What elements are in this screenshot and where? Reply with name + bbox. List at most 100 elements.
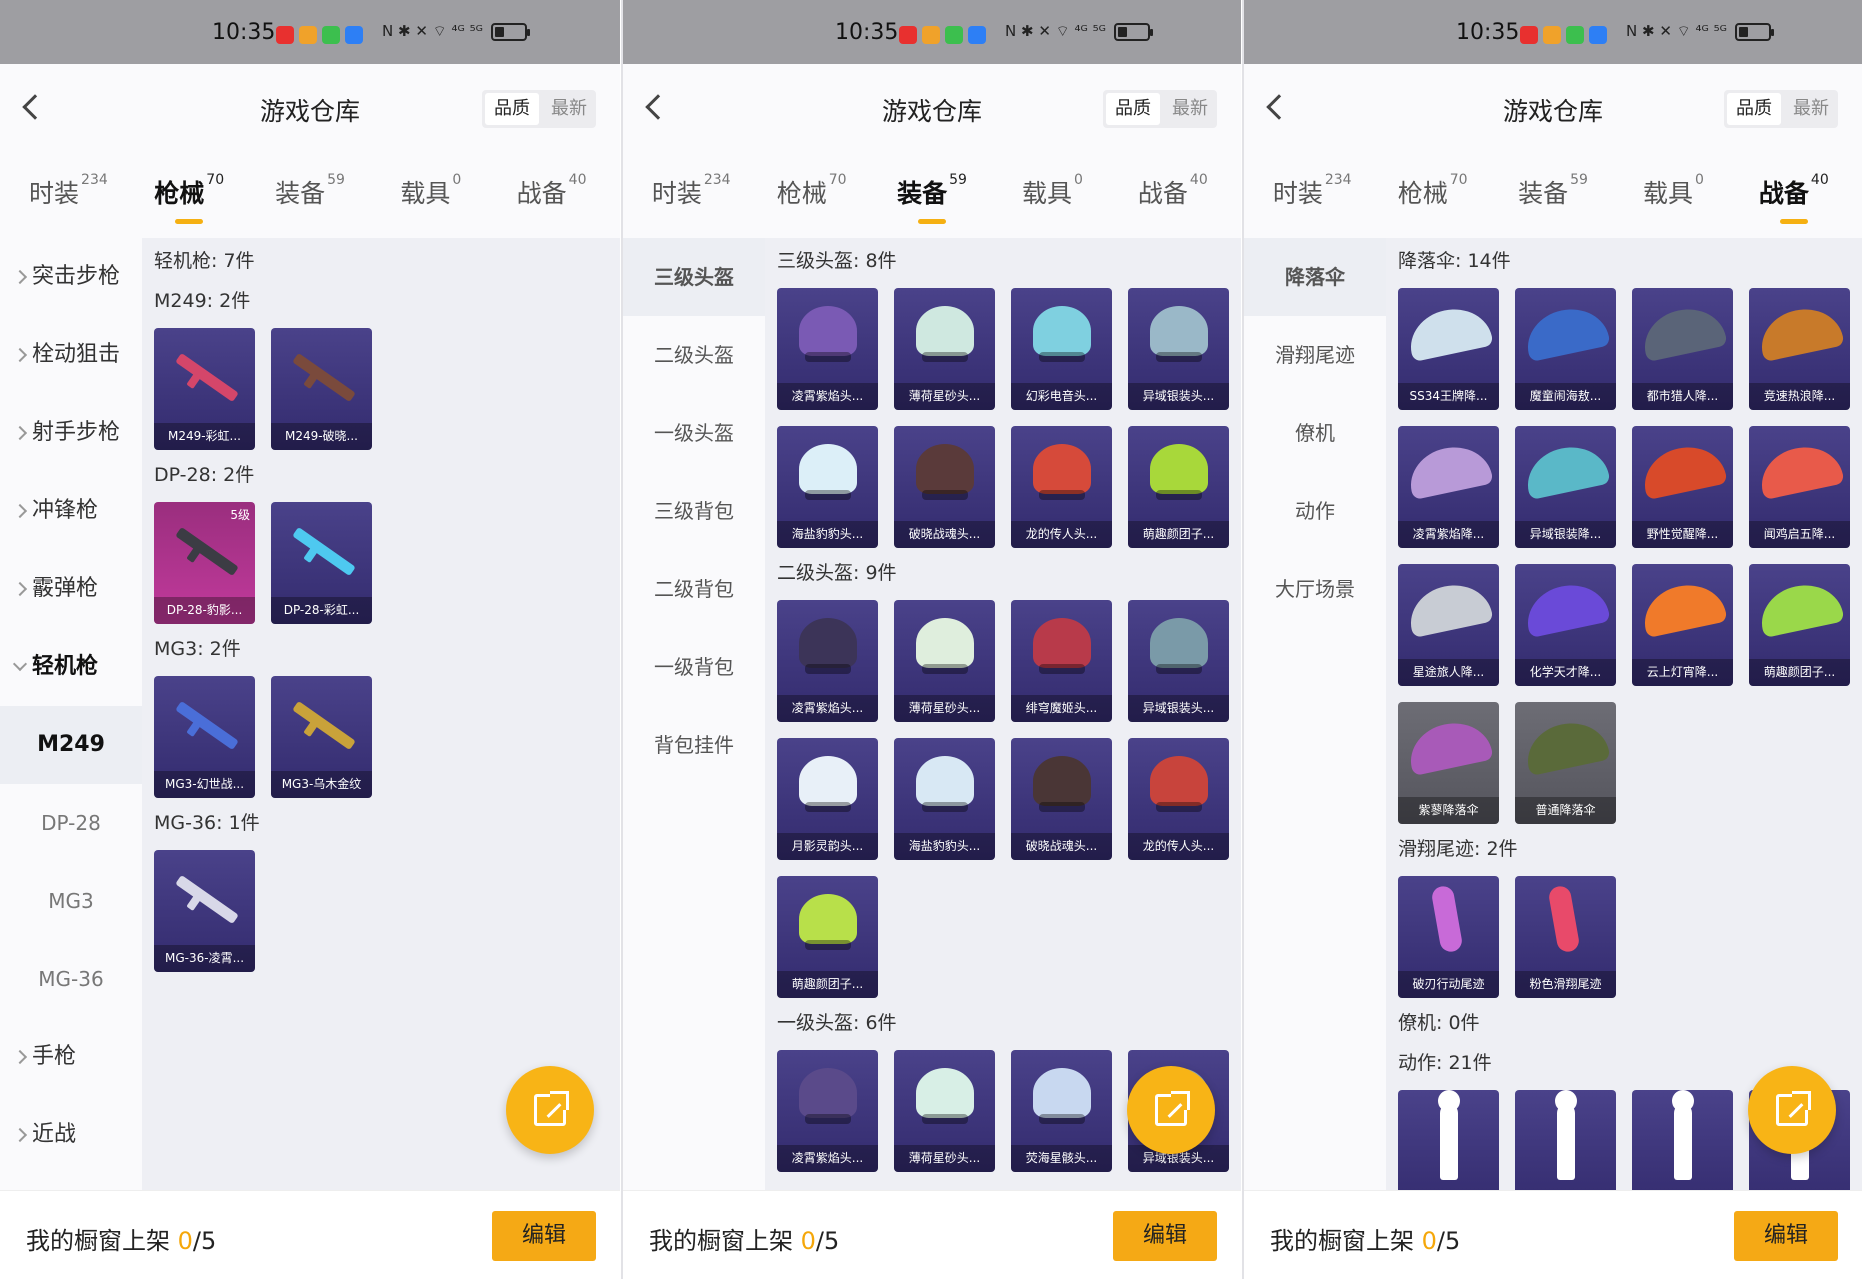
item-card[interactable]: M249-彩虹... bbox=[154, 328, 255, 450]
edit-button[interactable]: 编辑 bbox=[492, 1211, 596, 1261]
tab-tactical[interactable]: 战备 40 bbox=[1113, 150, 1233, 238]
tab-vehicles[interactable]: 载具 0 bbox=[992, 150, 1112, 238]
item-card[interactable]: 普通降落伞 bbox=[1515, 702, 1616, 824]
item-card[interactable]: 萌趣颜团子... bbox=[1128, 426, 1229, 548]
item-card[interactable]: 异域银装降... bbox=[1515, 426, 1616, 548]
item-card[interactable]: 海盐豹豹头... bbox=[777, 426, 878, 548]
item-image bbox=[777, 876, 878, 971]
item-card[interactable]: 龙的传人头... bbox=[1011, 426, 1112, 548]
tab-weapons[interactable]: 枪械 70 bbox=[751, 150, 871, 238]
sidebar-item-backpack-charm[interactable]: 背包挂件 bbox=[623, 706, 765, 784]
sort-quality-button[interactable]: 品质 bbox=[485, 93, 539, 125]
sidebar-sub-mg3[interactable]: MG3 bbox=[0, 862, 142, 940]
item-card[interactable]: DP-28-彩虹... bbox=[271, 502, 372, 624]
share-button[interactable] bbox=[1748, 1066, 1836, 1154]
item-card[interactable]: 紫蓼降落伞 bbox=[1398, 702, 1499, 824]
item-card[interactable] bbox=[1515, 1090, 1616, 1190]
edit-button[interactable]: 编辑 bbox=[1734, 1211, 1838, 1261]
sidebar-sub-mg36[interactable]: MG-36 bbox=[0, 940, 142, 1018]
sidebar-item-lobby-scene[interactable]: 大厅场景 bbox=[1244, 550, 1386, 628]
tab-weapons[interactable]: 枪械 70 bbox=[129, 150, 250, 238]
item-card[interactable]: 都市猎人降... bbox=[1632, 288, 1733, 410]
item-card[interactable]: 凌霄紫焰头... bbox=[777, 600, 878, 722]
tab-weapons[interactable]: 枪械 70 bbox=[1372, 150, 1492, 238]
tab-equipment[interactable]: 装备 59 bbox=[1493, 150, 1613, 238]
item-card[interactable]: 萌趣颜团子... bbox=[777, 876, 878, 998]
sidebar-sub-m249[interactable]: M249 bbox=[0, 706, 142, 784]
share-button[interactable] bbox=[506, 1066, 594, 1154]
helmet-icon bbox=[799, 306, 857, 362]
tab-tactical[interactable]: 战备 40 bbox=[1734, 150, 1854, 238]
item-card[interactable] bbox=[1398, 1090, 1499, 1190]
sidebar-item-parachute[interactable]: 降落伞 bbox=[1244, 238, 1386, 316]
tab-fashion[interactable]: 时装 234 bbox=[1252, 150, 1372, 238]
sidebar-item-melee[interactable]: 近战 bbox=[0, 1096, 142, 1174]
item-card[interactable]: 薄荷星砂头... bbox=[894, 1050, 995, 1172]
item-card[interactable]: 薄荷星砂头... bbox=[894, 600, 995, 722]
item-card[interactable] bbox=[1632, 1090, 1733, 1190]
tab-vehicles[interactable]: 载具 0 bbox=[1613, 150, 1733, 238]
item-card[interactable]: 破晓战魂头... bbox=[894, 426, 995, 548]
item-card[interactable]: MG3-乌木金纹 bbox=[271, 676, 372, 798]
sidebar-item-helmet-3[interactable]: 三级头盔 bbox=[623, 238, 765, 316]
sidebar-item-backpack-3[interactable]: 三级背包 bbox=[623, 472, 765, 550]
item-card[interactable]: SS34王牌降... bbox=[1398, 288, 1499, 410]
tab-fashion[interactable]: 时装 234 bbox=[8, 150, 129, 238]
item-card[interactable]: 破晓战魂头... bbox=[1011, 738, 1112, 860]
sidebar-item-backpack-1[interactable]: 一级背包 bbox=[623, 628, 765, 706]
sidebar-item-emote[interactable]: 动作 bbox=[1244, 472, 1386, 550]
item-card[interactable]: 萌趣颜团子... bbox=[1749, 564, 1850, 686]
item-card[interactable]: 破刃行动尾迹 bbox=[1398, 876, 1499, 998]
tab-vehicles[interactable]: 载具 0 bbox=[370, 150, 491, 238]
sort-latest-button[interactable]: 最新 bbox=[542, 90, 596, 128]
item-card[interactable]: 粉色滑翔尾迹 bbox=[1515, 876, 1616, 998]
item-card[interactable]: 异域银装头... bbox=[1128, 288, 1229, 410]
item-card[interactable]: 幻彩电音头... bbox=[1011, 288, 1112, 410]
item-card[interactable]: 月影灵韵头... bbox=[777, 738, 878, 860]
sidebar-item-pistol[interactable]: 手枪 bbox=[0, 1018, 142, 1096]
sidebar-item-marksman-rifle[interactable]: 射手步枪 bbox=[0, 394, 142, 472]
item-card[interactable]: 魔童闹海敖... bbox=[1515, 288, 1616, 410]
tab-tactical[interactable]: 战备 40 bbox=[491, 150, 612, 238]
item-card[interactable]: 化学天才降... bbox=[1515, 564, 1616, 686]
item-card[interactable]: 凌霄紫焰头... bbox=[777, 288, 878, 410]
item-card[interactable]: 凌霄紫焰头... bbox=[777, 1050, 878, 1172]
item-card[interactable]: 凌霄紫焰降... bbox=[1398, 426, 1499, 548]
share-button[interactable] bbox=[1127, 1066, 1215, 1154]
edit-button[interactable]: 编辑 bbox=[1113, 1211, 1217, 1261]
sidebar-item-wingman[interactable]: 僚机 bbox=[1244, 394, 1386, 472]
sidebar-item-helmet-2[interactable]: 二级头盔 bbox=[623, 316, 765, 394]
sort-quality-button[interactable]: 品质 bbox=[1106, 93, 1160, 125]
sidebar-item-smg[interactable]: 冲锋枪 bbox=[0, 472, 142, 550]
sort-latest-button[interactable]: 最新 bbox=[1163, 90, 1217, 128]
item-card[interactable]: M249-破晓... bbox=[271, 328, 372, 450]
tab-equipment[interactable]: 装备 59 bbox=[872, 150, 992, 238]
app-notification-icon bbox=[299, 26, 317, 44]
sidebar-item-bolt-sniper[interactable]: 栓动狙击 bbox=[0, 316, 142, 394]
item-card[interactable]: MG-36-凌霄... bbox=[154, 850, 255, 972]
item-card[interactable]: MG3-幻世战... bbox=[154, 676, 255, 798]
sidebar-item-backpack-2[interactable]: 二级背包 bbox=[623, 550, 765, 628]
item-card[interactable]: 异域银装头... bbox=[1128, 600, 1229, 722]
item-card[interactable]: 竞速热浪降... bbox=[1749, 288, 1850, 410]
item-card[interactable]: 野性觉醒降... bbox=[1632, 426, 1733, 548]
item-card[interactable]: 海盐豹豹头... bbox=[894, 738, 995, 860]
item-card[interactable]: 星途旅人降... bbox=[1398, 564, 1499, 686]
sidebar-sub-dp28[interactable]: DP-28 bbox=[0, 784, 142, 862]
item-card[interactable]: 龙的传人头... bbox=[1128, 738, 1229, 860]
item-card[interactable]: 荧海星骸头... bbox=[1011, 1050, 1112, 1172]
item-card[interactable]: 闻鸡启五降... bbox=[1749, 426, 1850, 548]
sort-quality-button[interactable]: 品质 bbox=[1727, 93, 1781, 125]
sidebar-item-lmg[interactable]: 轻机枪 bbox=[0, 628, 142, 706]
item-card[interactable]: 云上灯宵降... bbox=[1632, 564, 1733, 686]
sidebar-item-glide-trail[interactable]: 滑翔尾迹 bbox=[1244, 316, 1386, 394]
tab-equipment[interactable]: 装备 59 bbox=[250, 150, 371, 238]
sidebar-item-helmet-1[interactable]: 一级头盔 bbox=[623, 394, 765, 472]
item-card[interactable]: 5级 DP-28-豹影... bbox=[154, 502, 255, 624]
sidebar-item-shotgun[interactable]: 霰弹枪 bbox=[0, 550, 142, 628]
item-card[interactable]: 薄荷星砂头... bbox=[894, 288, 995, 410]
sort-latest-button[interactable]: 最新 bbox=[1784, 90, 1838, 128]
tab-fashion[interactable]: 时装 234 bbox=[631, 150, 751, 238]
sidebar-item-assault-rifle[interactable]: 突击步枪 bbox=[0, 238, 142, 316]
item-card[interactable]: 绯穹魔姬头... bbox=[1011, 600, 1112, 722]
